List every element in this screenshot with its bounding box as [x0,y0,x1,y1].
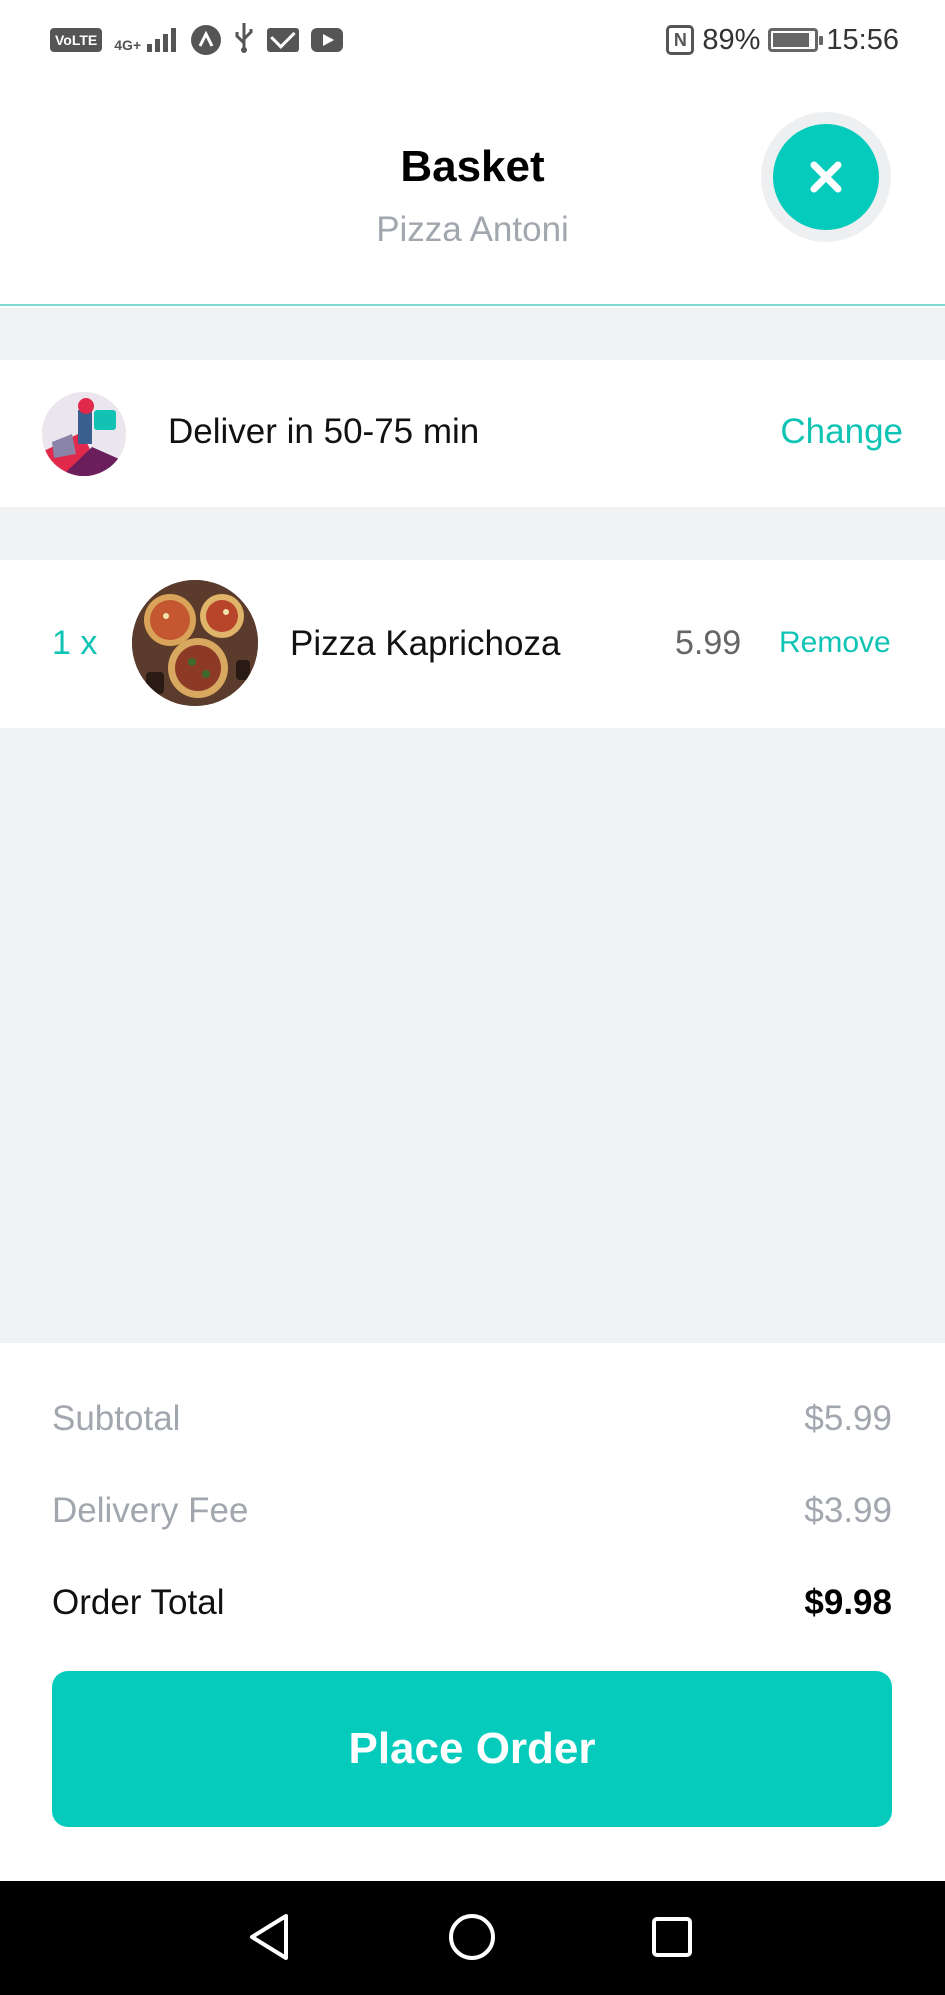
place-order-button[interactable]: Place Order [52,1671,892,1827]
battery-percent: 89% [702,23,761,56]
order-total-row: Order Total $9.98 [52,1583,892,1623]
clock: 15:56 [826,23,899,56]
delivery-row: Deliver in 50-75 min Change [0,360,945,507]
back-button[interactable] [238,1905,302,1969]
pizza-image [132,580,258,706]
close-button-ring [761,112,891,242]
order-total-label: Order Total [52,1583,225,1622]
delivery-fee-value: $3.99 [804,1491,892,1530]
volte-icon: VoLTE [50,28,103,52]
order-total-value: $9.98 [804,1583,892,1622]
delivery-fee-label: Delivery Fee [52,1491,249,1530]
basket-header: Basket Pizza Antoni [0,80,945,306]
order-summary: Subtotal $5.99 Delivery Fee $3.99 Order … [0,1343,945,1881]
status-bar: VoLTE 4G+ N 89% 15:56 [0,0,945,80]
app-icon [191,25,222,55]
battery-icon [768,28,824,52]
item-name: Pizza Kaprichoza [290,624,561,663]
nfc-icon: N [666,25,695,55]
youtube-icon [311,28,344,52]
delivery-fee-row: Delivery Fee $3.99 [52,1491,892,1531]
subtotal-value: $5.99 [804,1399,892,1438]
mail-icon [267,28,300,52]
subtotal-label: Subtotal [52,1399,181,1438]
back-icon [250,1914,288,1960]
home-button[interactable] [440,1905,504,1969]
status-icons-left: VoLTE 4G+ [50,21,344,60]
usb-icon [233,21,255,60]
empty-list-area [0,728,945,1343]
close-icon [810,161,842,193]
recents-icon [652,1917,692,1957]
network-type-label: 4G+ [114,37,142,53]
item-price: 5.99 [675,624,742,662]
home-icon [449,1914,495,1960]
system-nav-bar [0,1881,945,1995]
courier-avatar [42,392,126,476]
delivery-time: Deliver in 50-75 min [168,412,480,451]
section-divider [0,507,945,560]
close-button[interactable] [773,124,879,230]
recents-button[interactable] [640,1905,704,1969]
basket-item: 1 x Pizza Kaprichoza 5.99 Remove [0,560,945,728]
status-icons-right: N 89% 15:56 [666,20,899,60]
section-divider [0,308,945,360]
subtotal-row: Subtotal $5.99 [52,1399,892,1439]
signal-icon: 4G+ [114,28,179,52]
change-delivery-link[interactable]: Change [780,412,903,452]
item-quantity[interactable]: 1 x [52,624,97,663]
remove-item-link[interactable]: Remove [779,626,891,660]
